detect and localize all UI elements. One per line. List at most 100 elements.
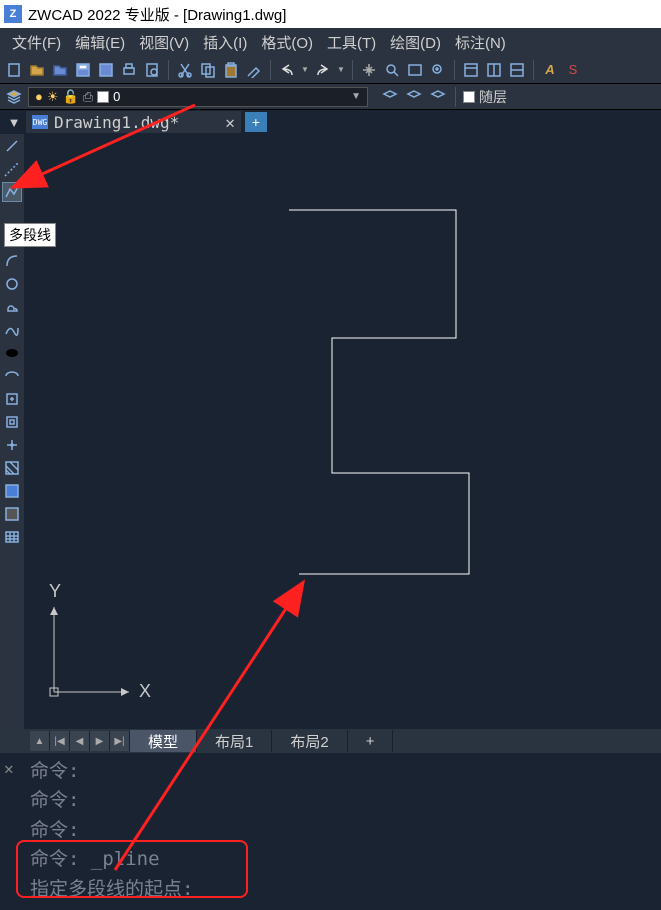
undo-icon[interactable] xyxy=(277,60,297,80)
bylayer-color[interactable]: 随层 xyxy=(479,87,507,107)
app-logo-icon: Z xyxy=(4,5,22,23)
circle-tool-icon[interactable] xyxy=(2,274,22,294)
layout-tabs: ▲ |◀ ◀ ▶ ▶| 模型 布局1 布局2 + xyxy=(0,729,661,753)
tool-palette-icon[interactable] xyxy=(507,60,527,80)
menu-draw[interactable]: 绘图(D) xyxy=(384,30,447,55)
color-swatch[interactable] xyxy=(463,91,475,103)
menu-insert[interactable]: 插入(I) xyxy=(197,30,253,55)
layer-prev-icon[interactable] xyxy=(380,87,400,107)
separator xyxy=(455,87,456,107)
file-tab-active[interactable]: DWG Drawing1.dwg* ✕ xyxy=(26,111,241,133)
menu-bar: 文件(F) 编辑(E) 视图(V) 插入(I) 格式(O) 工具(T) 绘图(D… xyxy=(0,28,661,56)
redo-icon[interactable] xyxy=(313,60,333,80)
point-tool-icon[interactable] xyxy=(2,435,22,455)
print-preview-icon[interactable] xyxy=(142,60,162,80)
window-title: ZWCAD 2022 专业版 - [Drawing1.dwg] xyxy=(28,4,286,25)
title-bar: Z ZWCAD 2022 专业版 - [Drawing1.dwg] xyxy=(0,0,661,28)
layer-name: 0 xyxy=(113,89,120,104)
table-tool-icon[interactable] xyxy=(2,527,22,547)
save-as-icon[interactable] xyxy=(96,60,116,80)
tab-model[interactable]: 模型 xyxy=(130,730,197,752)
menu-annotate[interactable]: 标注(N) xyxy=(449,30,512,55)
tabs-dropdown-icon[interactable]: ▼ xyxy=(6,115,22,130)
new-tab-button[interactable]: + xyxy=(245,112,267,132)
ucs-icon: X Y xyxy=(49,581,151,701)
menu-format[interactable]: 格式(O) xyxy=(255,30,319,55)
ellipse-tool-icon[interactable] xyxy=(2,343,22,363)
layer-sun-icon: ☀ xyxy=(47,89,59,105)
polyline-shape xyxy=(289,210,469,574)
command-line: 命令: _pline xyxy=(30,845,653,874)
print-icon[interactable] xyxy=(119,60,139,80)
undo-dropdown-icon[interactable]: ▼ xyxy=(300,60,310,80)
save-icon[interactable] xyxy=(73,60,93,80)
properties-icon[interactable] xyxy=(461,60,481,80)
tab-add-layout[interactable]: + xyxy=(348,730,394,752)
cloud-tool-icon[interactable] xyxy=(2,297,22,317)
left-toolbar: 多段线 xyxy=(0,134,24,729)
command-window[interactable]: ✕ 命令: 命令: 命令: 命令: _pline 指定多段线的起点: xyxy=(0,753,661,908)
text-style-icon[interactable]: A xyxy=(540,60,560,80)
tab-nav-last-icon[interactable]: ▶| xyxy=(110,731,130,751)
copy-icon[interactable] xyxy=(198,60,218,80)
tab-layout2[interactable]: 布局2 xyxy=(272,730,347,752)
svg-text:X: X xyxy=(139,681,151,701)
dim-style-icon[interactable]: S xyxy=(563,60,583,80)
hatch-tool-icon[interactable] xyxy=(2,458,22,478)
match-prop-icon[interactable] xyxy=(244,60,264,80)
caret-down-icon: ▼ xyxy=(351,91,361,102)
tab-nav-first-icon[interactable]: |◀ xyxy=(50,731,70,751)
ellipse-arc-tool-icon[interactable] xyxy=(2,366,22,386)
polyline-tool-icon[interactable] xyxy=(2,182,22,202)
close-command-icon[interactable]: ✕ xyxy=(4,757,14,782)
tab-nav-prev-icon[interactable]: ◀ xyxy=(70,731,90,751)
layer-bulb-icon: ● xyxy=(35,89,43,104)
redo-dropdown-icon[interactable]: ▼ xyxy=(336,60,346,80)
drawing-canvas[interactable]: X Y xyxy=(24,134,661,729)
construction-line-icon[interactable] xyxy=(2,159,22,179)
menu-view[interactable]: 视图(V) xyxy=(133,30,195,55)
layer-state-icon[interactable] xyxy=(404,87,424,107)
arc-tool-icon[interactable] xyxy=(2,251,22,271)
layer-lock-icon: 🔓 xyxy=(63,89,79,105)
layer-dropdown[interactable]: ● ☀ 🔓 ⎙ 0 ▼ xyxy=(28,87,368,107)
design-center-icon[interactable] xyxy=(484,60,504,80)
open-file-icon[interactable] xyxy=(27,60,47,80)
zoom-window-icon[interactable] xyxy=(405,60,425,80)
layer-iso-icon[interactable] xyxy=(428,87,448,107)
separator xyxy=(352,60,353,80)
command-line: 指定多段线的起点: xyxy=(30,875,653,904)
file-tabs: ▼ DWG Drawing1.dwg* ✕ + xyxy=(0,110,661,134)
zoom-prev-icon[interactable] xyxy=(428,60,448,80)
menu-tools[interactable]: 工具(T) xyxy=(321,30,382,55)
menu-edit[interactable]: 编辑(E) xyxy=(69,30,131,55)
command-line: 命令: xyxy=(30,757,653,786)
new-file-icon[interactable] xyxy=(4,60,24,80)
insert-block-icon[interactable] xyxy=(2,389,22,409)
main-area: 多段线 X Y xyxy=(0,134,661,729)
pan-icon[interactable] xyxy=(359,60,379,80)
layer-manager-icon[interactable] xyxy=(4,87,24,107)
paste-icon[interactable] xyxy=(221,60,241,80)
separator xyxy=(454,60,455,80)
line-tool-icon[interactable] xyxy=(2,136,22,156)
tab-nav-next-icon[interactable]: ▶ xyxy=(90,731,110,751)
menu-file[interactable]: 文件(F) xyxy=(6,30,67,55)
layer-bar: ● ☀ 🔓 ⎙ 0 ▼ 随层 xyxy=(0,84,661,110)
file-tab-name: Drawing1.dwg* xyxy=(54,113,179,132)
main-toolbar: ▼ ▼ A S xyxy=(0,56,661,84)
gradient-tool-icon[interactable] xyxy=(2,481,22,501)
spline-tool-icon[interactable] xyxy=(2,320,22,340)
region-tool-icon[interactable] xyxy=(2,504,22,524)
polygon-tool-icon[interactable]: 多段线 xyxy=(2,205,22,225)
open-cloud-icon[interactable] xyxy=(50,60,70,80)
cut-icon[interactable] xyxy=(175,60,195,80)
tab-nav-up-icon[interactable]: ▲ xyxy=(30,731,50,751)
layer-print-icon: ⎙ xyxy=(83,89,93,105)
tab-layout1[interactable]: 布局1 xyxy=(197,730,272,752)
make-block-icon[interactable] xyxy=(2,412,22,432)
close-tab-icon[interactable]: ✕ xyxy=(225,113,235,132)
svg-text:Y: Y xyxy=(49,581,61,601)
zoom-icon[interactable] xyxy=(382,60,402,80)
separator xyxy=(168,60,169,80)
